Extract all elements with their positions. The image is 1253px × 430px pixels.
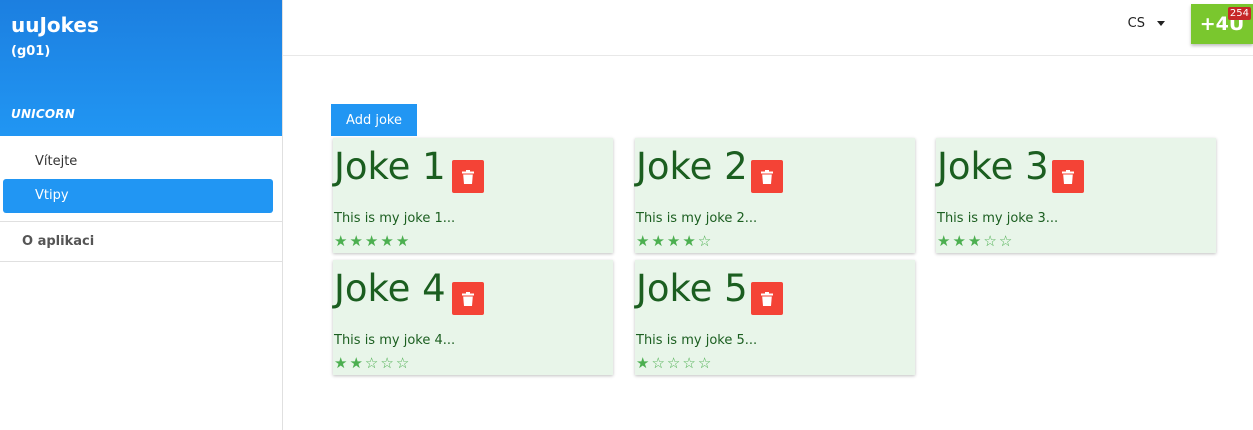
trash-icon bbox=[462, 169, 474, 184]
star-filled-icon[interactable]: ★ bbox=[636, 355, 649, 371]
joke-text: This is my joke 5... bbox=[636, 333, 758, 348]
star-filled-icon[interactable]: ★ bbox=[636, 233, 649, 249]
sidebar-item-vitejte[interactable]: Vítejte bbox=[3, 145, 273, 179]
add-joke-button[interactable]: Add joke bbox=[331, 104, 417, 136]
star-outline-icon[interactable]: ☆ bbox=[698, 233, 711, 249]
trash-icon bbox=[761, 169, 773, 184]
star-outline-icon[interactable]: ☆ bbox=[651, 355, 664, 371]
joke-card[interactable]: Joke 4 This is my joke 4... ★ ★ ☆ ☆ ☆ bbox=[333, 260, 613, 375]
joke-title: Joke 1 bbox=[334, 145, 446, 188]
star-outline-icon[interactable]: ☆ bbox=[380, 355, 393, 371]
star-filled-icon[interactable]: ★ bbox=[365, 233, 378, 249]
sidebar-item-about[interactable]: O aplikaci bbox=[0, 222, 282, 262]
star-outline-icon[interactable]: ☆ bbox=[999, 233, 1012, 249]
trash-icon bbox=[1062, 169, 1074, 184]
star-filled-icon[interactable]: ★ bbox=[651, 233, 664, 249]
joke-card[interactable]: Joke 3 This is my joke 3... ★ ★ ★ ☆ ☆ bbox=[936, 138, 1216, 253]
star-outline-icon[interactable]: ☆ bbox=[682, 355, 695, 371]
app-title[interactable]: uuJokes bbox=[11, 12, 271, 38]
joke-text: This is my joke 3... bbox=[937, 211, 1059, 226]
delete-button[interactable] bbox=[452, 282, 484, 315]
rating-stars: ★ ☆ ☆ ☆ ☆ bbox=[636, 355, 711, 371]
star-filled-icon[interactable]: ★ bbox=[667, 233, 680, 249]
delete-button[interactable] bbox=[751, 160, 783, 193]
star-filled-icon[interactable]: ★ bbox=[334, 355, 347, 371]
app-subtitle: (g01) bbox=[11, 44, 51, 59]
star-filled-icon[interactable]: ★ bbox=[380, 233, 393, 249]
joke-card[interactable]: Joke 5 This is my joke 5... ★ ☆ ☆ ☆ ☆ bbox=[635, 260, 915, 375]
sidebar-menu: Vítejte Vtipy bbox=[0, 136, 282, 213]
joke-card[interactable]: Joke 2 This is my joke 2... ★ ★ ★ ★ ☆ bbox=[635, 138, 915, 253]
star-filled-icon[interactable]: ★ bbox=[682, 233, 695, 249]
language-selector[interactable]: CS bbox=[1128, 16, 1165, 31]
joke-card[interactable]: Joke 1 This is my joke 1... ★ ★ ★ ★ ★ bbox=[333, 138, 613, 253]
star-outline-icon[interactable]: ☆ bbox=[667, 355, 680, 371]
star-filled-icon[interactable]: ★ bbox=[937, 233, 950, 249]
joke-text: This is my joke 4... bbox=[334, 333, 456, 348]
joke-title: Joke 5 bbox=[636, 267, 748, 310]
language-label: CS bbox=[1127, 16, 1145, 31]
delete-button[interactable] bbox=[452, 160, 484, 193]
star-filled-icon[interactable]: ★ bbox=[349, 233, 362, 249]
rating-stars: ★ ★ ★ ☆ ☆ bbox=[937, 233, 1012, 249]
rating-stars: ★ ★ ☆ ☆ ☆ bbox=[334, 355, 409, 371]
joke-title: Joke 3 bbox=[937, 145, 1049, 188]
star-filled-icon[interactable]: ★ bbox=[334, 233, 347, 249]
star-outline-icon[interactable]: ☆ bbox=[698, 355, 711, 371]
star-filled-icon[interactable]: ★ bbox=[952, 233, 965, 249]
star-filled-icon[interactable]: ★ bbox=[349, 355, 362, 371]
star-outline-icon[interactable]: ☆ bbox=[365, 355, 378, 371]
brand-label: UNICORN bbox=[11, 107, 75, 121]
joke-title: Joke 2 bbox=[636, 145, 748, 188]
caret-down-icon bbox=[1157, 21, 1165, 26]
sidebar: uuJokes (g01) UNICORN Vítejte Vtipy O ap… bbox=[0, 0, 283, 430]
sidebar-item-vtipy[interactable]: Vtipy bbox=[3, 179, 273, 213]
trash-icon bbox=[462, 291, 474, 306]
star-filled-icon[interactable]: ★ bbox=[396, 233, 409, 249]
joke-text: This is my joke 2... bbox=[636, 211, 758, 226]
star-outline-icon[interactable]: ☆ bbox=[983, 233, 996, 249]
notification-badge: 254 bbox=[1227, 7, 1251, 20]
joke-title: Joke 4 bbox=[334, 267, 446, 310]
rating-stars: ★ ★ ★ ★ ★ bbox=[334, 233, 409, 249]
sidebar-header: uuJokes (g01) UNICORN bbox=[0, 0, 282, 136]
top-bar: CS +4U 254 bbox=[283, 0, 1253, 56]
trash-icon bbox=[761, 291, 773, 306]
plus4u-button[interactable]: +4U 254 bbox=[1191, 4, 1253, 44]
joke-text: This is my joke 1... bbox=[334, 211, 456, 226]
rating-stars: ★ ★ ★ ★ ☆ bbox=[636, 233, 711, 249]
delete-button[interactable] bbox=[1052, 160, 1084, 193]
star-outline-icon[interactable]: ☆ bbox=[396, 355, 409, 371]
star-filled-icon[interactable]: ★ bbox=[968, 233, 981, 249]
delete-button[interactable] bbox=[751, 282, 783, 315]
